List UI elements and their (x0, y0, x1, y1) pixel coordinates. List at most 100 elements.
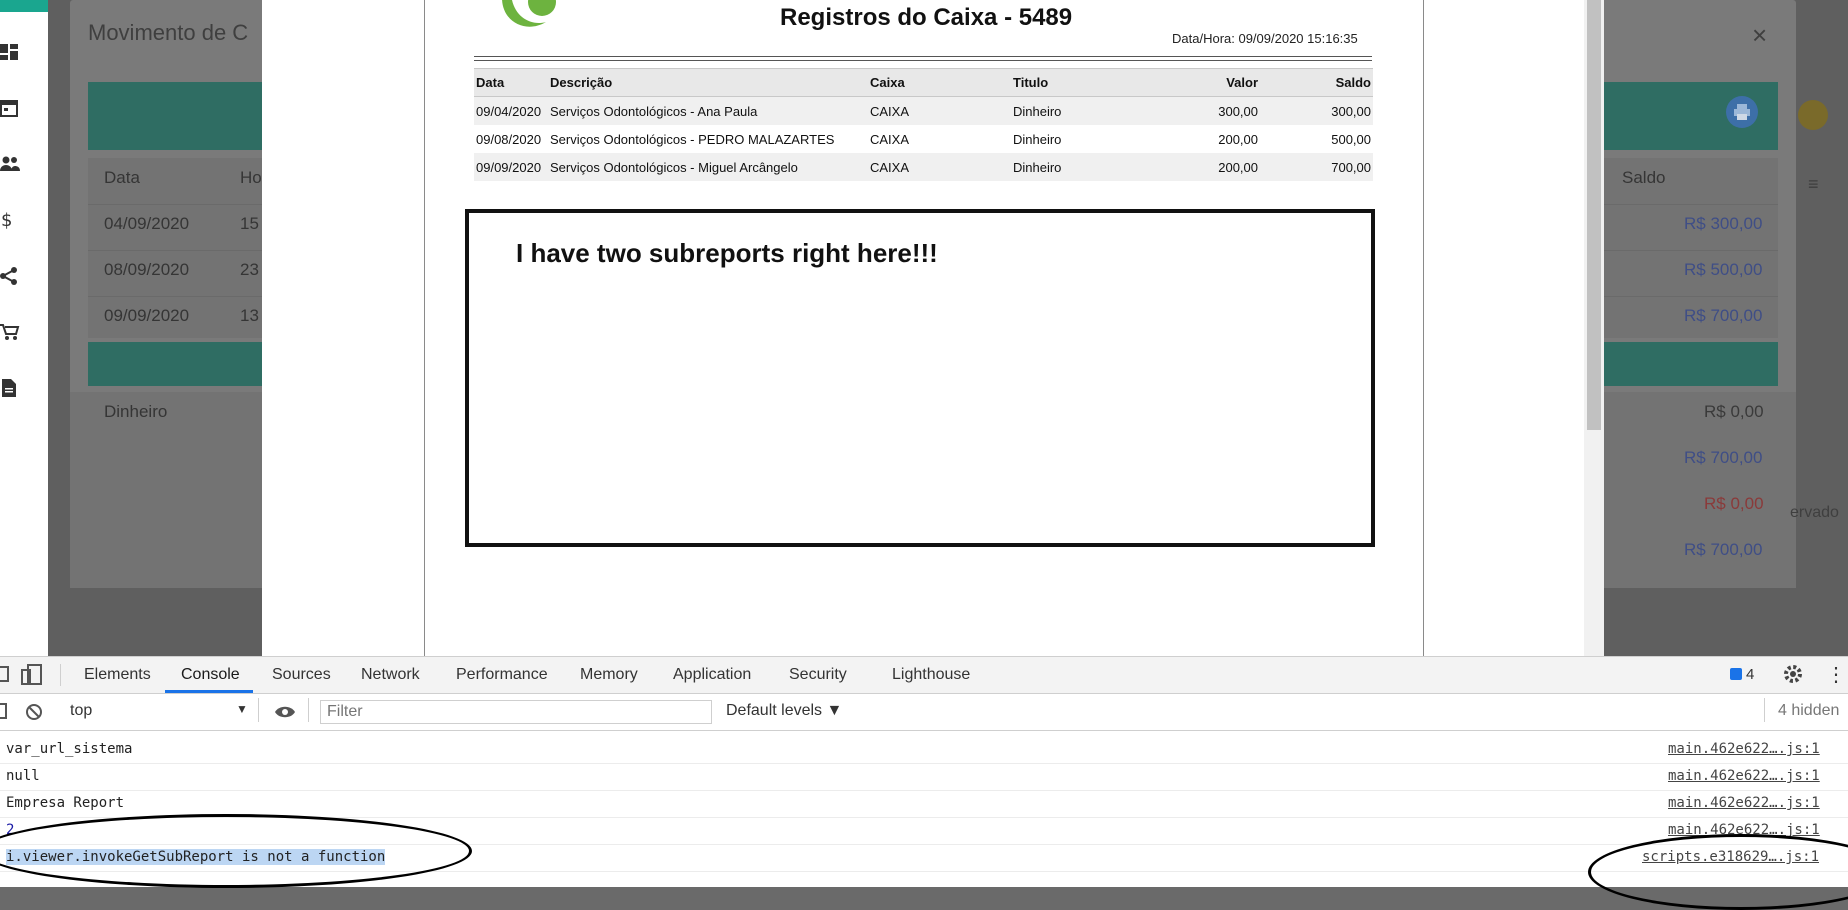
sidebar-toggle-icon[interactable] (0, 702, 8, 720)
document-icon[interactable] (0, 378, 20, 398)
background-row-hour: 23 (240, 260, 259, 279)
clear-console-icon[interactable] (24, 702, 44, 722)
report-datetime: Data/Hora: 09/09/2020 15:16:35 (1172, 31, 1358, 46)
console-message-text: Empresa Report (6, 795, 125, 811)
inspect-icon[interactable] (0, 664, 10, 686)
toolbar-separator (1764, 698, 1765, 722)
background-summary-value: R$ 700,00 (1684, 540, 1763, 559)
print-icon[interactable] (1726, 96, 1758, 128)
tab-network[interactable]: Network (361, 666, 420, 684)
tab-elements[interactable]: Elements (84, 666, 151, 684)
tab-sources[interactable]: Sources (272, 666, 331, 684)
report-col-valor: Valor (1141, 68, 1260, 97)
table-row: 09/04/2020 Serviços Odontológicos - Ana … (474, 96, 1373, 125)
tab-separator (60, 664, 61, 686)
report-col-titulo: Titulo (1011, 68, 1141, 97)
background-row-balance: R$ 500,00 (1684, 260, 1763, 279)
message-icon (1730, 668, 1742, 680)
cart-icon[interactable] (0, 322, 20, 342)
cell-description: Serviços Odontológicos - Ana Paula (548, 96, 868, 125)
issues-count: 4 (1746, 666, 1755, 683)
company-logo (502, 0, 556, 27)
dollar-icon[interactable]: $ (0, 210, 20, 230)
annotation-ellipse (0, 814, 472, 888)
calendar-icon[interactable] (0, 98, 20, 118)
cell-balance: 500,00 (1331, 131, 1371, 147)
tab-lighthouse[interactable]: Lighthouse (892, 666, 970, 684)
background-row-hour: 13 (240, 306, 259, 325)
tab-memory[interactable]: Memory (580, 666, 638, 684)
sidebar-accent (0, 0, 48, 12)
report-col-caixa: Caixa (868, 68, 1011, 97)
console-message (0, 790, 1848, 818)
context-selector[interactable]: top (70, 702, 92, 720)
report-col-descricao: Descrição (548, 68, 868, 97)
background-row-date: 04/09/2020 (104, 214, 190, 233)
cell-title: Dinheiro (1011, 153, 1141, 181)
report-table: Data Descrição Caixa Titulo Valor Saldo … (474, 68, 1373, 181)
subreport-annotation-text: I have two subreports right here!!! (516, 238, 938, 268)
background-reservado-text: ervado (1790, 504, 1839, 521)
background-row-date: 09/09/2020 (104, 306, 190, 325)
report-col-saldo: Saldo (1260, 68, 1373, 97)
gear-icon[interactable] (1782, 663, 1804, 685)
background-row-hour: 15 (240, 214, 259, 233)
console-source-link[interactable]: main.462e622….js:1 (1668, 795, 1820, 811)
people-icon[interactable] (0, 154, 20, 174)
background-row-balance: R$ 300,00 (1684, 214, 1763, 233)
background-col-data: Data (104, 168, 140, 187)
cell-description: Serviços Odontológicos - Miguel Arcângel… (548, 153, 868, 181)
tab-performance[interactable]: Performance (456, 666, 548, 684)
issues-badge[interactable]: 4 (1730, 666, 1754, 683)
console-source-link[interactable]: main.462e622….js:1 (1668, 768, 1820, 784)
background-row-balance: R$ 700,00 (1684, 306, 1763, 325)
table-row: 09/09/2020 Serviços Odontológicos - Migu… (474, 153, 1373, 181)
console-message (0, 763, 1848, 791)
background-summary-value: R$ 700,00 (1684, 448, 1763, 467)
filter-input[interactable] (320, 700, 712, 724)
cell-title: Dinheiro (1011, 96, 1141, 125)
toolbar-separator (258, 698, 259, 722)
console-message-text: var_url_sistema (6, 741, 133, 757)
background-summary-label: Dinheiro (104, 402, 168, 421)
background-row-date: 08/09/2020 (104, 260, 190, 279)
eye-icon[interactable] (274, 704, 296, 720)
tab-console[interactable]: Console (181, 666, 240, 684)
tab-security[interactable]: Security (789, 666, 847, 684)
background-col-hora: Ho (240, 168, 262, 187)
table-row: 09/08/2020 Serviços Odontológicos - PEDR… (474, 125, 1373, 153)
hidden-count: 4 hidden (1778, 702, 1840, 719)
background-status-icon[interactable] (1798, 100, 1828, 130)
cell-cashbox: CAIXA (870, 131, 910, 147)
tab-application[interactable]: Application (673, 666, 751, 684)
viewer-scrollbar-thumb[interactable] (1587, 0, 1601, 430)
share-icon[interactable] (0, 266, 20, 286)
cell-value: 200,00 (1218, 131, 1258, 147)
cell-balance: 300,00 (1260, 96, 1373, 125)
report-col-data: Data (474, 68, 548, 97)
report-divider (474, 56, 1372, 61)
background-menu-icon[interactable]: ≡ (1808, 174, 1819, 195)
cell-balance: 700,00 (1260, 153, 1373, 181)
console-source-link[interactable]: main.462e622….js:1 (1668, 741, 1820, 757)
background-summary-value: R$ 0,00 (1704, 494, 1764, 513)
background-close-icon[interactable]: × (1752, 20, 1767, 51)
context-dropdown-icon[interactable]: ▼ (236, 702, 248, 716)
cell-cashbox: CAIXA (868, 96, 1011, 125)
dashboard-icon[interactable] (0, 42, 20, 62)
active-tab-indicator (165, 690, 253, 693)
background-col-saldo: Saldo (1622, 168, 1666, 187)
device-toggle-icon[interactable] (20, 664, 44, 686)
cell-cashbox: CAIXA (868, 153, 1011, 181)
background-title: Movimento de C (88, 20, 249, 45)
more-options-icon[interactable]: ⋮ (1826, 662, 1846, 687)
cell-value: 200,00 (1141, 153, 1260, 181)
report-header-row: Data Descrição Caixa Titulo Valor Saldo (474, 68, 1373, 97)
sidebar: $ (0, 0, 48, 656)
cell-value: 300,00 (1141, 96, 1260, 125)
console-message-text: null (6, 768, 40, 784)
log-levels-dropdown[interactable]: Default levels ▼ (726, 702, 842, 720)
toolbar-separator (308, 698, 309, 722)
console-message (0, 736, 1848, 764)
annotation-ellipse (1588, 834, 1848, 910)
